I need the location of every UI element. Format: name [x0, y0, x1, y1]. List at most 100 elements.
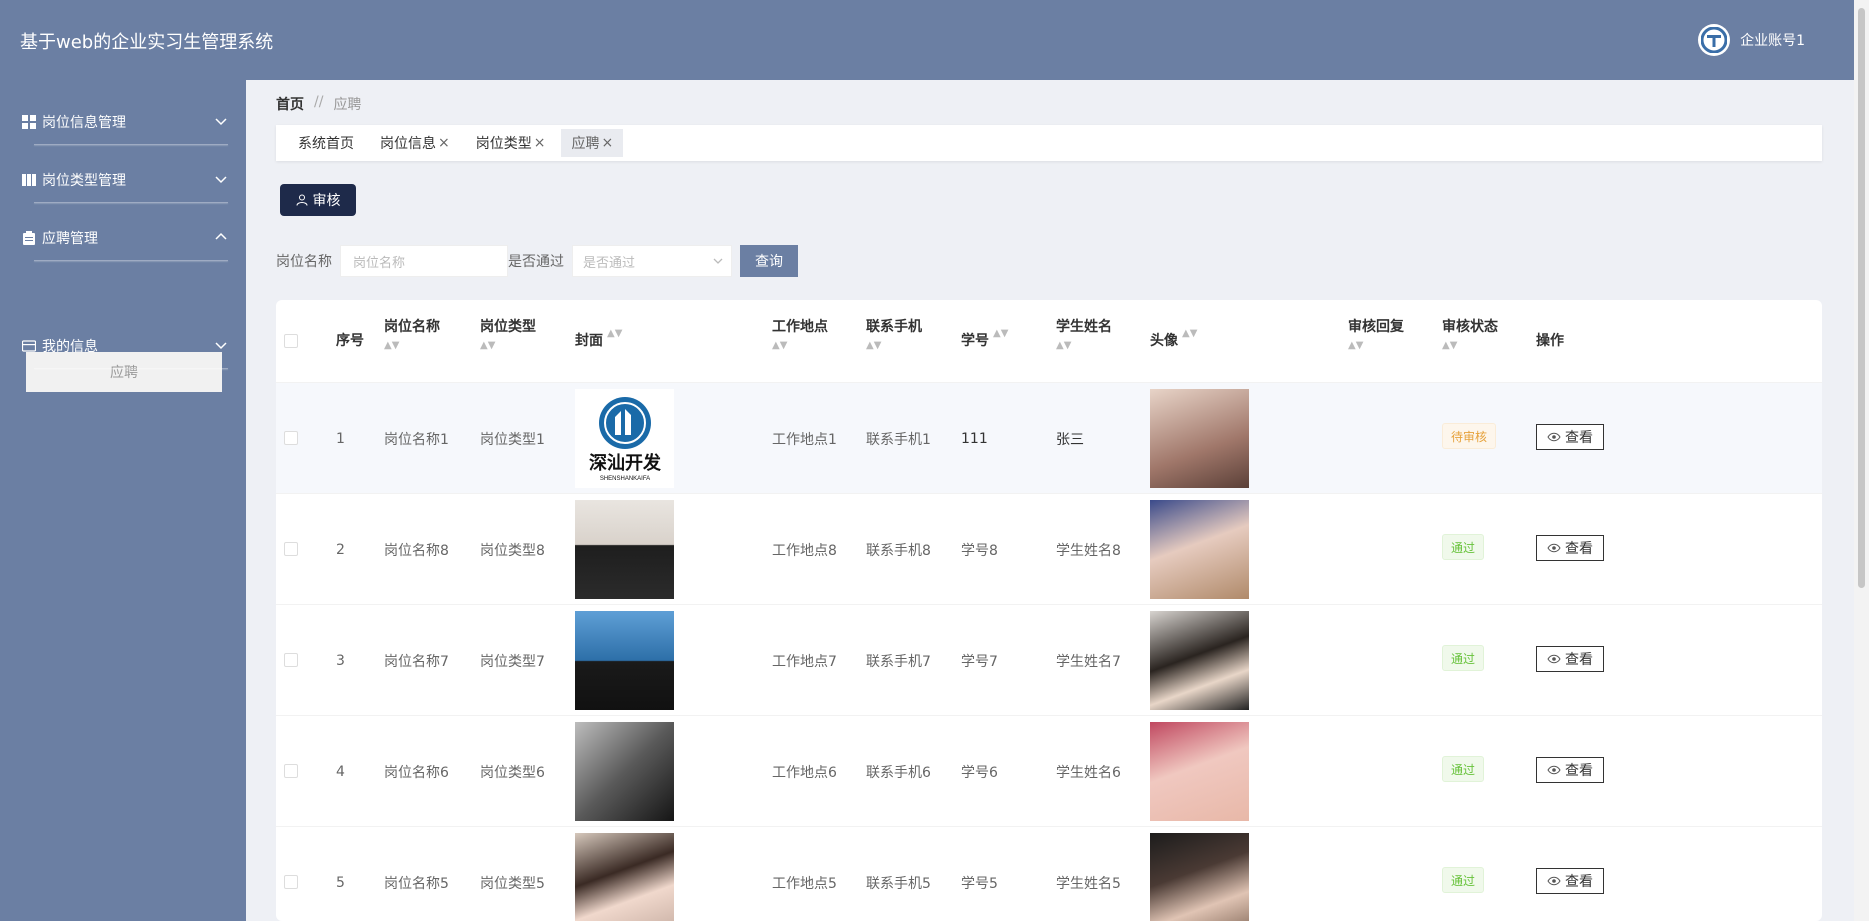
- user-icon: [296, 194, 307, 206]
- menu-divider: [34, 260, 228, 261]
- cell-job-name: 岗位名称5: [384, 875, 449, 892]
- col-reply[interactable]: 审核回复 ▲▼: [1348, 300, 1404, 382]
- cell-index: 5: [336, 874, 345, 891]
- pass-select-placeholder: 是否通过: [583, 255, 636, 271]
- cell-phone: 联系手机8: [866, 542, 931, 559]
- row-checkbox[interactable]: [284, 764, 298, 778]
- view-button-label: 查看: [1565, 874, 1593, 890]
- grid-icon: [22, 115, 36, 129]
- query-button[interactable]: 查询: [740, 245, 798, 277]
- cell-phone: 联系手机5: [866, 875, 931, 892]
- col-avatar[interactable]: 头像 ▲▼: [1150, 300, 1197, 382]
- job-name-input[interactable]: 岗位名称: [340, 245, 508, 277]
- top-bar: 基于web的企业实习生管理系统 企业账号1: [0, 0, 1869, 80]
- cell-job-name: 岗位名称1: [384, 431, 449, 448]
- col-cover[interactable]: 封面 ▲▼: [575, 300, 622, 382]
- sort-icon[interactable]: ▲▼: [993, 329, 1008, 339]
- view-button[interactable]: 查看: [1536, 535, 1604, 561]
- sort-icon[interactable]: ▲▼: [480, 341, 536, 351]
- cell-index: 4: [336, 763, 345, 780]
- audit-button[interactable]: 审核: [280, 184, 356, 216]
- table-row: 5 岗位名称5 岗位类型5 工作地点5 联系手机5 学号5 学生姓名5 通过 查…: [276, 826, 1822, 921]
- chevron-down-icon: [215, 176, 227, 184]
- col-student-no[interactable]: 学号 ▲▼: [961, 300, 1008, 382]
- tab-job-info[interactable]: 岗位信息 ×: [370, 129, 460, 157]
- cell-location: 工作地点1: [772, 431, 837, 448]
- menu-divider: [34, 368, 228, 369]
- sidebar-item-application[interactable]: 应聘管理: [22, 220, 228, 256]
- menu-divider: [34, 144, 228, 145]
- tab-job-type[interactable]: 岗位类型 ×: [466, 129, 556, 157]
- page-scrollbar[interactable]: [1854, 0, 1869, 921]
- pass-select[interactable]: 是否通过: [572, 245, 732, 277]
- sidebar-item-my-info[interactable]: 我的信息: [22, 328, 228, 364]
- sidebar-item-job-info[interactable]: 岗位信息管理: [22, 104, 228, 140]
- avatar-image: [1150, 833, 1249, 921]
- col-job-name[interactable]: 岗位名称 ▲▼: [384, 300, 440, 382]
- sort-icon[interactable]: ▲▼: [1442, 341, 1498, 351]
- chevron-up-icon: [215, 232, 227, 240]
- cell-student-no: 学号6: [961, 764, 998, 781]
- cover-logo-subtext: SHENSHANKAIFA: [600, 476, 650, 482]
- book-icon: [22, 174, 36, 186]
- tab-label: 岗位类型: [475, 136, 532, 152]
- cell-job-type: 岗位类型5: [480, 875, 545, 892]
- close-icon[interactable]: ×: [601, 135, 613, 151]
- table-row: 4 岗位名称6 岗位类型6 工作地点6 联系手机6 学号6 学生姓名6 通过 查…: [276, 715, 1822, 826]
- col-job-type[interactable]: 岗位类型 ▲▼: [480, 300, 536, 382]
- cell-student-name: 学生姓名8: [1056, 542, 1121, 559]
- view-button-label: 查看: [1565, 763, 1593, 779]
- breadcrumb-home[interactable]: 首页: [276, 94, 304, 114]
- table-row: 1 岗位名称1 岗位类型1 深汕开发 SHENSHANKAIFA 工作地点1 联…: [276, 382, 1822, 493]
- sidebar-item-label: 岗位信息管理: [42, 115, 126, 131]
- row-checkbox[interactable]: [284, 431, 298, 445]
- view-button[interactable]: 查看: [1536, 646, 1604, 672]
- cell-index: 3: [336, 652, 345, 669]
- data-table: 序号 岗位名称 ▲▼ 岗位类型 ▲▼ 封面 ▲▼ 工作地点 ▲▼ 联系手机 ▲▼ 学号 ▲▼…: [276, 300, 1822, 921]
- sort-icon[interactable]: ▲▼: [772, 341, 828, 351]
- cell-student-no: 111: [961, 430, 988, 447]
- sort-icon[interactable]: ▲▼: [1348, 341, 1404, 351]
- account-name: 企业账号1: [1740, 33, 1805, 49]
- sidebar-item-job-type[interactable]: 岗位类型管理: [22, 162, 228, 198]
- audit-button-label: 审核: [312, 193, 341, 209]
- status-badge: 通过: [1442, 534, 1485, 560]
- col-location[interactable]: 工作地点 ▲▼: [772, 300, 828, 382]
- scrollbar-thumb[interactable]: [1858, 8, 1865, 588]
- close-icon[interactable]: ×: [438, 135, 450, 151]
- sort-icon[interactable]: ▲▼: [866, 341, 922, 351]
- avatar-image: [1150, 611, 1249, 710]
- select-all-checkbox[interactable]: [284, 334, 298, 348]
- col-status[interactable]: 审核状态 ▲▼: [1442, 300, 1498, 382]
- eye-icon: [1547, 765, 1561, 775]
- clipboard-icon: [23, 231, 35, 245]
- sort-icon[interactable]: ▲▼: [607, 329, 622, 339]
- close-icon[interactable]: ×: [534, 135, 546, 151]
- job-name-label: 岗位名称: [276, 254, 332, 270]
- table-row: 2 岗位名称8 岗位类型8 工作地点8 联系手机8 学号8 学生姓名8 通过 查…: [276, 493, 1822, 604]
- col-phone[interactable]: 联系手机 ▲▼: [866, 300, 922, 382]
- account-menu[interactable]: 企业账号1: [1698, 24, 1805, 56]
- breadcrumb-separator: //: [314, 94, 324, 110]
- sort-icon[interactable]: ▲▼: [1182, 329, 1197, 339]
- view-button[interactable]: 查看: [1536, 424, 1604, 450]
- avatar-image: [1150, 722, 1249, 821]
- view-button[interactable]: 查看: [1536, 868, 1604, 894]
- tab-application[interactable]: 应聘 ×: [561, 129, 624, 157]
- status-badge: 待审核: [1442, 423, 1497, 449]
- view-button[interactable]: 查看: [1536, 757, 1604, 783]
- sort-icon[interactable]: ▲▼: [384, 341, 440, 351]
- row-checkbox[interactable]: [284, 542, 298, 556]
- col-student-name[interactable]: 学生姓名 ▲▼: [1056, 300, 1112, 382]
- tab-home[interactable]: 系统首页: [288, 129, 364, 157]
- row-checkbox[interactable]: [284, 875, 298, 889]
- cell-job-type: 岗位类型7: [480, 653, 545, 670]
- cell-phone: 联系手机6: [866, 764, 931, 781]
- sidebar-item-label: 应聘管理: [42, 231, 98, 247]
- row-checkbox[interactable]: [284, 653, 298, 667]
- cell-index: 2: [336, 541, 345, 558]
- avatar-image: [1150, 500, 1249, 599]
- sort-icon[interactable]: ▲▼: [1056, 341, 1112, 351]
- eye-icon: [1547, 654, 1561, 664]
- view-button-label: 查看: [1565, 652, 1593, 668]
